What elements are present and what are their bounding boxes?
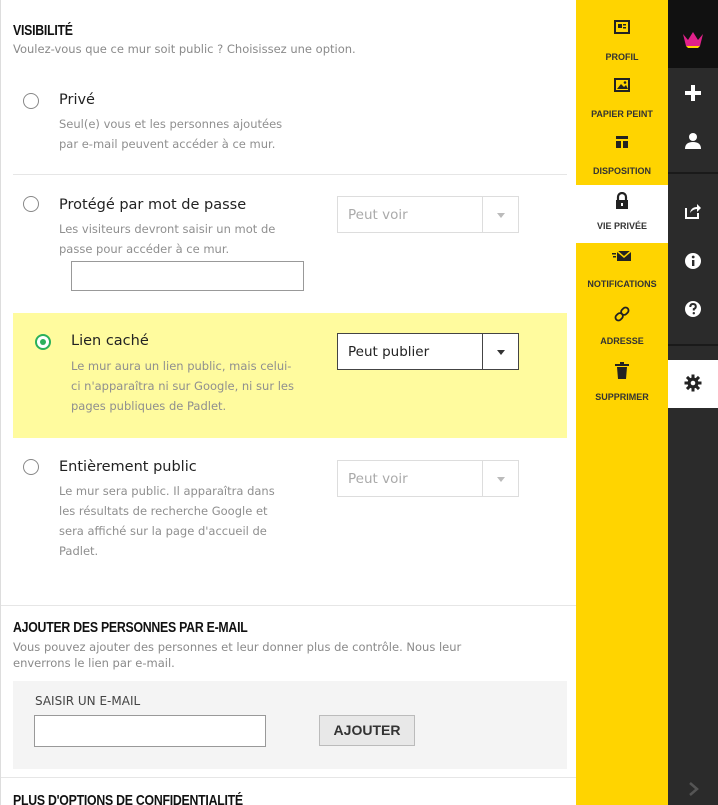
option-public-desc: Le mur sera public. Il apparaîtra dans l… <box>59 484 275 558</box>
section-divider <box>1 777 576 778</box>
nav-item-layout[interactable]: DISPOSITION <box>576 135 668 185</box>
option-hidden-link[interactable]: Lien caché Le mur aura un lien public, m… <box>13 313 567 438</box>
mail-icon <box>612 250 632 261</box>
help-icon <box>685 301 701 317</box>
user-icon <box>685 133 701 149</box>
nav-item-delete[interactable]: SUPPRIMER <box>576 362 668 412</box>
profile-card-icon <box>614 20 630 34</box>
info-icon <box>685 253 701 269</box>
chevron-down-icon <box>482 197 518 232</box>
gear-icon <box>684 374 702 392</box>
link-icon <box>614 306 630 322</box>
visibility-subtitle: Voulez-vous que ce mur soit public ? Cho… <box>13 42 356 56</box>
settings-button[interactable] <box>668 360 718 408</box>
nav-item-notifications[interactable]: NOTIFICATIONS <box>576 250 668 300</box>
divider <box>13 174 567 175</box>
help-button[interactable] <box>668 286 718 334</box>
password-permission-value: Peut voir <box>348 207 408 223</box>
add-people-title: AJOUTER DES PERSONNES PAR E-MAIL <box>13 619 248 636</box>
padlet-logo[interactable] <box>668 0 718 68</box>
radio-public[interactable] <box>23 459 39 475</box>
trash-icon <box>615 362 629 379</box>
option-password-desc: Les visiteurs devront saisir un mot de p… <box>59 222 276 256</box>
add-people-subtitle: Vous pouvez ajouter des personnes et leu… <box>13 640 462 670</box>
app-rail <box>668 0 718 805</box>
privacy-settings-panel: VISIBILITÉ Voulez-vous que ce mur soit p… <box>0 0 576 805</box>
nav-item-wallpaper[interactable]: PAPIER PEINT <box>576 78 668 128</box>
option-password-label: Protégé par mot de passe <box>59 197 247 213</box>
radio-private[interactable] <box>23 93 39 109</box>
section-divider <box>1 605 576 606</box>
password-permission-select[interactable]: Peut voir <box>337 196 519 233</box>
public-permission-select[interactable]: Peut voir <box>337 460 519 497</box>
plus-icon <box>685 85 701 101</box>
padlet-logo-icon <box>683 32 703 48</box>
password-input[interactable] <box>71 261 304 291</box>
info-button[interactable] <box>668 238 718 286</box>
option-private-desc: Seul(e) vous et les personnes ajoutées p… <box>59 117 283 151</box>
share-icon <box>685 204 701 219</box>
option-private-label: Privé <box>59 92 95 108</box>
settings-nav: PROFIL PAPIER PEINT DISPOSITION VIE PRIV… <box>576 0 668 805</box>
radio-password[interactable] <box>23 196 39 212</box>
chevron-right-icon <box>689 782 699 796</box>
wallpaper-icon <box>614 78 630 92</box>
layout-icon <box>616 136 628 148</box>
more-options-title: PLUS D'OPTIONS DE CONFIDENTIALITÉ <box>13 792 243 805</box>
nav-item-profile[interactable]: PROFIL <box>576 20 668 70</box>
collapse-button[interactable] <box>668 770 718 805</box>
nav-item-privacy[interactable]: VIE PRIVÉE <box>576 185 668 243</box>
option-hidden-link-label: Lien caché <box>71 333 149 349</box>
add-button-rail[interactable] <box>668 70 718 118</box>
share-button[interactable] <box>668 188 718 236</box>
rail-divider <box>668 172 718 174</box>
chevron-down-icon <box>482 461 518 496</box>
email-input[interactable] <box>34 715 266 747</box>
option-public-label: Entièrement public <box>59 459 197 475</box>
hidden-link-permission-select[interactable]: Peut publier <box>337 333 519 370</box>
add-button[interactable]: AJOUTER <box>319 715 415 746</box>
radio-hidden-link[interactable] <box>35 334 51 350</box>
chevron-down-icon <box>482 334 518 369</box>
rail-divider <box>668 344 718 346</box>
visibility-title: VISIBILITÉ <box>13 22 73 39</box>
email-label: SAISIR UN E-MAIL <box>35 694 141 708</box>
option-hidden-link-desc: Le mur aura un lien public, mais celui- … <box>71 359 294 413</box>
account-button[interactable] <box>668 118 718 166</box>
lock-icon <box>616 192 628 209</box>
nav-item-address[interactable]: ADRESSE <box>576 305 668 355</box>
public-permission-value: Peut voir <box>348 471 408 487</box>
hidden-link-permission-value: Peut publier <box>348 344 430 360</box>
